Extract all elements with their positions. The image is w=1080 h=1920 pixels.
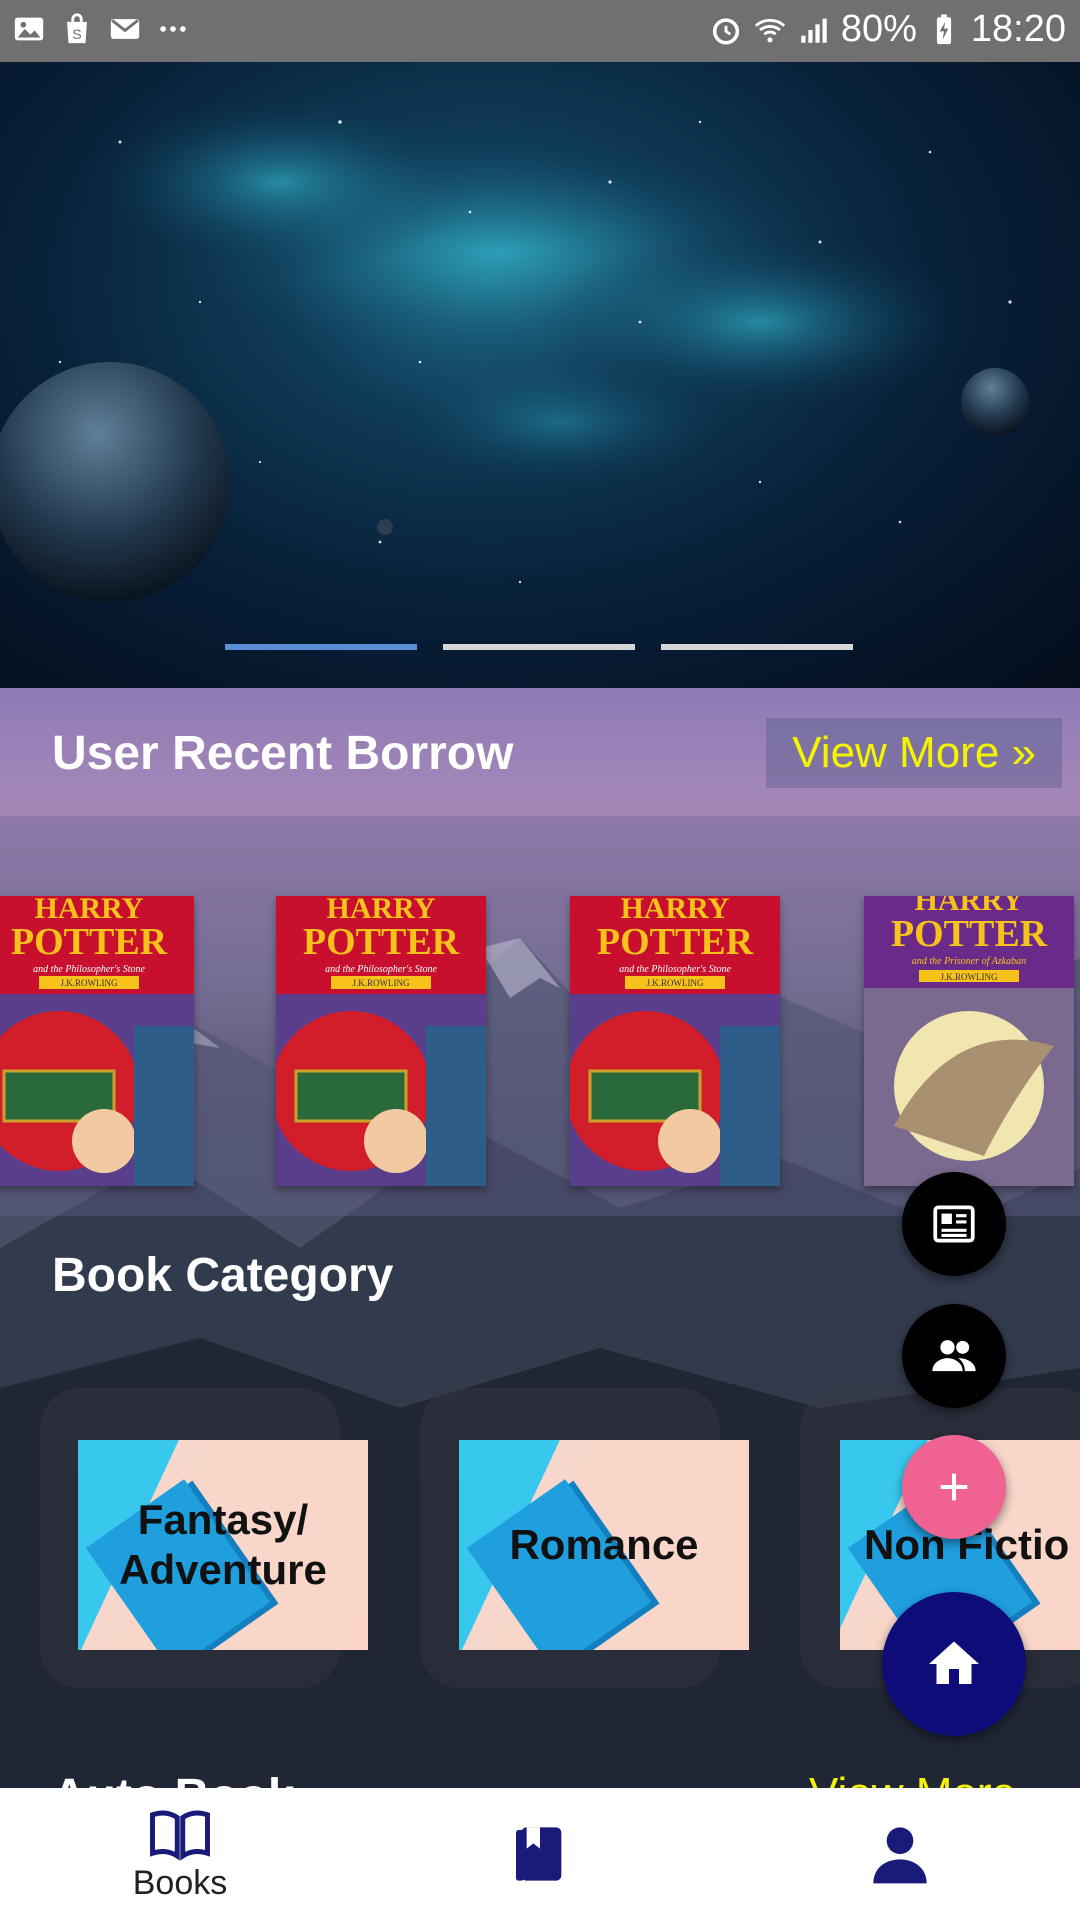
auto-book-title: Auto Book bbox=[52, 1769, 295, 1788]
banner-carousel[interactable] bbox=[0, 62, 1080, 688]
signal-icon bbox=[801, 18, 827, 43]
more-dots-icon bbox=[160, 26, 186, 32]
book-2-subtitle: and the Philosopher's Stone bbox=[325, 964, 437, 975]
group-icon bbox=[932, 1340, 976, 1372]
book-2-author: J.K.ROWLING bbox=[353, 978, 410, 988]
recent-borrow-view-more-button[interactable]: View More » bbox=[766, 718, 1062, 788]
home-icon bbox=[929, 1641, 979, 1684]
person-icon bbox=[873, 1827, 927, 1884]
battery-charging-icon bbox=[936, 13, 951, 44]
book-1-title-2: POTTER bbox=[11, 921, 168, 963]
mail-icon bbox=[110, 19, 140, 39]
book-cover-4[interactable]: HARRY POTTER and the Prisoner of Azkaban… bbox=[864, 896, 1074, 1186]
book-3-author: J.K.ROWLING bbox=[647, 978, 704, 988]
carousel-indicator-2[interactable] bbox=[443, 644, 635, 650]
recent-borrow-header: User Recent Borrow View More » bbox=[0, 688, 1080, 816]
auto-book-view-more-button[interactable]: View More bbox=[809, 1769, 1016, 1788]
nav-item-profile[interactable] bbox=[820, 1788, 980, 1920]
auto-book-header: Auto Book View More bbox=[0, 1763, 1080, 1788]
category-label: Romance bbox=[509, 1520, 699, 1568]
status-bar: S 80% 18:20 bbox=[0, 0, 1080, 62]
book-cover-2[interactable]: HARRY POTTER and the Philosopher's Stone… bbox=[276, 896, 486, 1186]
book-1-subtitle: and the Philosopher's Stone bbox=[33, 964, 145, 975]
book-cover-1[interactable]: HARRY POTTER and the Philosopher's Stone… bbox=[0, 896, 194, 1186]
recent-borrow-list[interactable]: HARRY POTTER and the Philosopher's Stone… bbox=[0, 816, 1080, 1216]
svg-text:S: S bbox=[72, 27, 81, 43]
book-1-author: J.K.ROWLING bbox=[61, 978, 118, 988]
category-card-fantasy[interactable]: Fantasy/ Adventure bbox=[78, 1440, 368, 1650]
carousel-indicators bbox=[225, 644, 853, 650]
carousel-indicator-3[interactable] bbox=[661, 644, 853, 650]
nav-item-books[interactable]: Books bbox=[100, 1788, 260, 1920]
book-4-subtitle: and the Prisoner of Azkaban bbox=[912, 956, 1026, 967]
alarm-icon bbox=[712, 17, 739, 45]
book-3-title-2: POTTER bbox=[597, 921, 754, 963]
book-category-title: Book Category bbox=[52, 1249, 394, 1302]
category-card-romance[interactable]: Romance bbox=[459, 1440, 749, 1650]
space-banner-image bbox=[0, 92, 1029, 602]
members-fab-button[interactable] bbox=[902, 1304, 1006, 1408]
home-fab-button[interactable] bbox=[882, 1592, 1026, 1736]
bookmark-book-icon bbox=[516, 1827, 562, 1881]
news-fab-button[interactable] bbox=[902, 1172, 1006, 1276]
add-fab-button[interactable] bbox=[902, 1435, 1006, 1539]
recent-borrow-title: User Recent Borrow bbox=[52, 727, 514, 780]
newspaper-icon bbox=[933, 1205, 975, 1243]
battery-percent: 80% bbox=[840, 8, 917, 50]
shopping-bag-icon: S bbox=[67, 13, 87, 44]
book-4-author: J.K.ROWLING bbox=[941, 972, 998, 982]
nav-item-library[interactable] bbox=[460, 1788, 620, 1920]
book-2-title-2: POTTER bbox=[303, 921, 460, 963]
category-label: Fantasy/ Adventure bbox=[119, 1495, 327, 1593]
nav-label-books: Books bbox=[132, 1863, 228, 1902]
clock: 18:20 bbox=[970, 8, 1066, 50]
wifi-icon bbox=[754, 18, 785, 42]
carousel-indicator-1[interactable] bbox=[225, 644, 417, 650]
book-3-subtitle: and the Philosopher's Stone bbox=[619, 964, 731, 975]
book-4-title-2: POTTER bbox=[891, 913, 1048, 955]
add-icon bbox=[940, 1473, 968, 1501]
open-book-icon bbox=[150, 1809, 210, 1861]
bottom-navigation: Books bbox=[0, 1788, 1080, 1920]
gallery-icon bbox=[14, 17, 44, 41]
book-cover-3[interactable]: HARRY POTTER and the Philosopher's Stone… bbox=[570, 896, 780, 1186]
